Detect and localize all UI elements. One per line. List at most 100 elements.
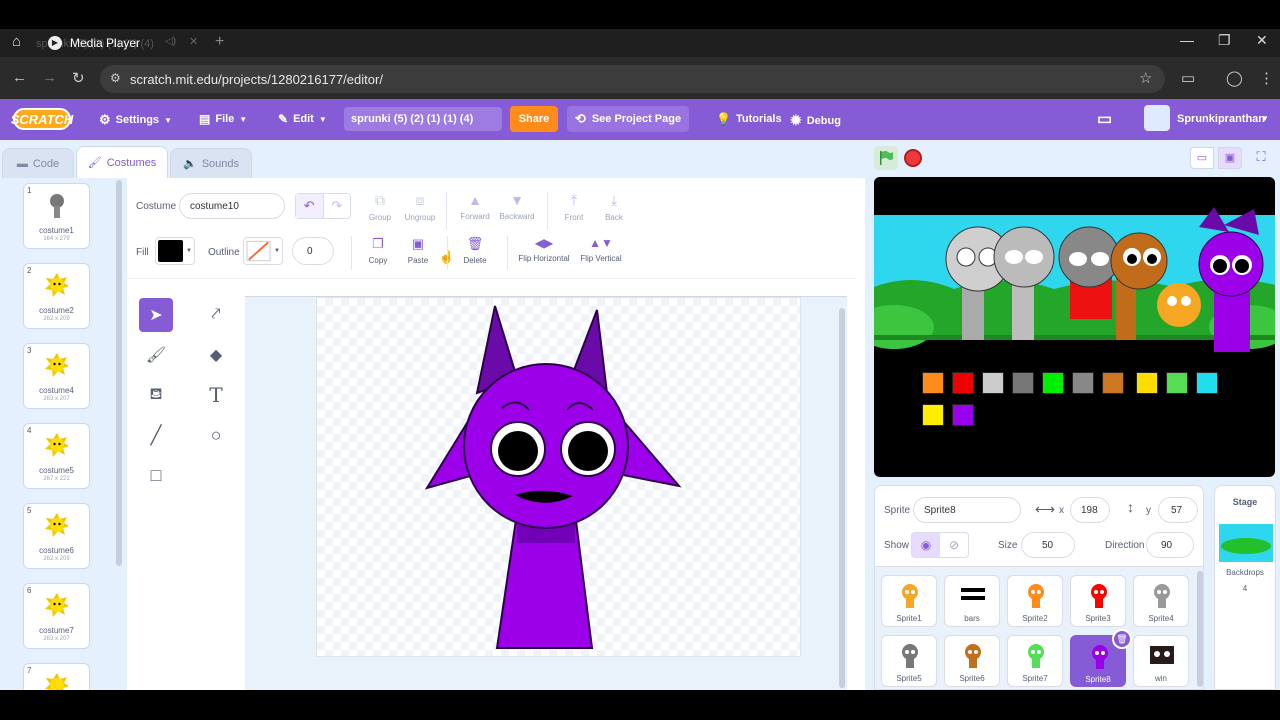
- flip-horizontal-button[interactable]: ◀▶ Flip Horizontal: [515, 236, 573, 276]
- x-input[interactable]: [1070, 497, 1110, 523]
- settings-menu[interactable]: ⚙ Settings ▼: [99, 112, 172, 128]
- stage-character-button[interactable]: [952, 404, 974, 426]
- stage-scene[interactable]: [874, 177, 1275, 477]
- file-menu[interactable]: ▤ File ▼: [199, 112, 247, 126]
- edit-menu[interactable]: ✎ Edit ▼: [278, 112, 327, 126]
- stage-character-button[interactable]: [952, 372, 974, 394]
- stage-character-button[interactable]: [1136, 372, 1158, 394]
- sprite-card[interactable]: win: [1133, 635, 1189, 687]
- eraser-tool[interactable]: ◆: [199, 338, 233, 372]
- stage-canvas[interactable]: [874, 177, 1275, 477]
- undo-icon[interactable]: ↶: [296, 194, 324, 218]
- stage-character-button[interactable]: [922, 404, 944, 426]
- eye-visible-icon[interactable]: ◉: [912, 533, 940, 557]
- bookmark-star-icon[interactable]: ☆: [1139, 69, 1152, 87]
- stage-target-pane[interactable]: Stage Backdrops 4: [1214, 485, 1276, 690]
- forward-button[interactable]: ▲ Forward: [453, 192, 497, 232]
- eye-hidden-icon[interactable]: ⊘: [940, 533, 968, 557]
- size-input[interactable]: [1021, 532, 1075, 558]
- user-avatar[interactable]: [1144, 105, 1170, 131]
- sprite-card[interactable]: Sprite6: [944, 635, 1000, 687]
- text-tool[interactable]: T: [199, 378, 233, 412]
- scratch-logo[interactable]: SCRATCH: [11, 108, 73, 130]
- paint-canvas-area[interactable]: [245, 296, 847, 690]
- username-label[interactable]: Sprunkipranthan: [1177, 113, 1265, 125]
- delete-sprite-icon[interactable]: 🗑: [1112, 629, 1132, 649]
- ungroup-button[interactable]: ⧈ Ungroup: [398, 192, 442, 232]
- line-tool[interactable]: ╱: [139, 418, 173, 452]
- brush-tool[interactable]: 🖌: [139, 338, 173, 372]
- minimize-icon[interactable]: —: [1180, 32, 1194, 48]
- costume-item[interactable]: 4 costume5 267 x 221: [23, 423, 90, 489]
- sprite-card[interactable]: Sprite3: [1070, 575, 1126, 627]
- rectangle-tool[interactable]: □: [139, 458, 173, 492]
- costume-name-input[interactable]: [179, 193, 285, 219]
- sprite-card[interactable]: Sprite4: [1133, 575, 1189, 627]
- large-stage-button[interactable]: ▣: [1218, 147, 1242, 169]
- circle-tool[interactable]: ○: [199, 418, 233, 452]
- costume-item[interactable]: 3 costume4 263 x 207: [23, 343, 90, 409]
- green-flag-button[interactable]: [874, 146, 898, 170]
- small-stage-button[interactable]: ▭: [1190, 147, 1214, 169]
- stage-character-button[interactable]: [1012, 372, 1034, 394]
- fill-color-picker[interactable]: ▼: [155, 237, 195, 265]
- costume-item[interactable]: 2 costume2 262 x 209: [23, 263, 90, 329]
- user-chevron-icon[interactable]: ▼: [1261, 114, 1269, 123]
- close-tab-icon[interactable]: ✕: [189, 35, 198, 48]
- stage-character-button[interactable]: [1102, 372, 1124, 394]
- group-button[interactable]: ⧉ Group: [358, 192, 402, 232]
- flip-vertical-button[interactable]: ▲▼ Flip Vertical: [577, 236, 625, 276]
- canvas-scrollbar[interactable]: [839, 308, 845, 688]
- costume-item[interactable]: 7: [23, 663, 90, 690]
- tab-code[interactable]: ▬ Code: [2, 148, 74, 178]
- stage-character-button[interactable]: [922, 372, 944, 394]
- back-button[interactable]: ⤓ Back: [592, 192, 636, 232]
- paint-artboard[interactable]: [316, 297, 801, 657]
- cast-icon[interactable]: ▭: [1181, 69, 1195, 87]
- home-icon[interactable]: ⌂: [12, 33, 21, 50]
- outline-width-input[interactable]: [292, 237, 334, 265]
- tutorials-button[interactable]: 💡 Tutorials: [716, 112, 782, 126]
- volume-icon[interactable]: ◁): [165, 36, 176, 47]
- select-tool[interactable]: ➤: [139, 298, 173, 332]
- back-icon[interactable]: ←: [12, 69, 27, 86]
- browser-tab[interactable]: ▶ Media Player: [48, 29, 140, 57]
- purple-character-drawing[interactable]: [317, 298, 802, 658]
- stage-character-button[interactable]: [1072, 372, 1094, 394]
- sprite-card[interactable]: Sprite5: [881, 635, 937, 687]
- reshape-tool[interactable]: ⤤: [199, 298, 233, 332]
- tab-sounds[interactable]: 🔈 Sounds: [170, 148, 252, 178]
- outline-color-picker[interactable]: ▼: [243, 237, 283, 265]
- tab-costumes[interactable]: 🖌 Costumes: [76, 146, 168, 178]
- sprite-card[interactable]: Sprite7: [1007, 635, 1063, 687]
- see-project-page-button[interactable]: ⟲ See Project Page: [567, 106, 689, 132]
- sprite-card[interactable]: Sprite1: [881, 575, 937, 627]
- stage-character-button[interactable]: [982, 372, 1004, 394]
- stop-button[interactable]: [904, 149, 922, 167]
- fill-tool[interactable]: ⛾: [139, 378, 173, 412]
- forward-icon[interactable]: →: [42, 69, 57, 86]
- fullscreen-button[interactable]: ⛶: [1250, 147, 1272, 169]
- stage-character-button[interactable]: [1196, 372, 1218, 394]
- costume-list-scrollbar[interactable]: [116, 180, 122, 566]
- costume-item[interactable]: 1 costume1 164 x 279: [23, 183, 90, 249]
- backward-button[interactable]: ▼ Backward: [495, 192, 539, 232]
- debug-button[interactable]: ✹ Debug: [790, 112, 841, 129]
- share-button[interactable]: Share: [510, 106, 558, 132]
- direction-input[interactable]: [1146, 532, 1194, 558]
- sprite-card[interactable]: Sprite2: [1007, 575, 1063, 627]
- costume-item[interactable]: 5 costume6 262 x 209: [23, 503, 90, 569]
- site-info-icon[interactable]: ⚙: [110, 71, 121, 85]
- new-tab-icon[interactable]: +: [215, 33, 224, 51]
- stage-character-button[interactable]: [1166, 372, 1188, 394]
- stage-character-button[interactable]: [1042, 372, 1064, 394]
- sprite-name-input[interactable]: [913, 497, 1021, 523]
- project-title-input[interactable]: sprunki (5) (2) (1) (1) (4): [344, 107, 502, 131]
- paste-button[interactable]: ▣ Paste: [396, 236, 440, 276]
- y-input[interactable]: [1158, 497, 1198, 523]
- reload-icon[interactable]: ↻: [72, 69, 85, 87]
- my-stuff-folder-icon[interactable]: ▭: [1097, 109, 1112, 129]
- redo-icon[interactable]: ↷: [324, 194, 351, 218]
- costume-item[interactable]: 6 costume7 263 x 207: [23, 583, 90, 649]
- sprite-list-scrollbar[interactable]: [1197, 571, 1203, 687]
